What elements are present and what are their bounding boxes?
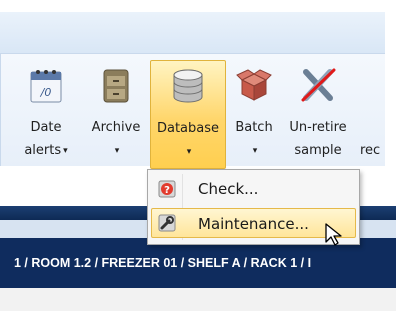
batch-label: Batch: [235, 120, 273, 135]
mouse-cursor-icon: [325, 223, 342, 246]
open-box-icon: [236, 69, 272, 101]
batch-dropdown: ▾: [228, 143, 280, 158]
menu-item-check-label: Check...: [198, 180, 259, 198]
database-check-icon: ?: [158, 180, 176, 198]
wrench-icon: [158, 214, 176, 232]
unretire-label-2: sample: [294, 143, 342, 158]
database-button[interactable]: Database ▾: [150, 60, 226, 169]
archive-dropdown: ▾: [86, 143, 146, 158]
ribbon-tab-strip: [0, 12, 385, 54]
chevron-down-icon: ▾: [114, 146, 120, 156]
database-icon: [173, 69, 203, 103]
archive-cabinet-icon: [103, 69, 129, 103]
calendar-icon: /0: [30, 70, 62, 103]
archive-label: Archive: [91, 120, 141, 135]
database-label: Database: [156, 121, 220, 136]
menu-item-maintenance-label: Maintenance...: [198, 215, 309, 233]
window-edge: [385, 12, 396, 212]
archive-button[interactable]: Archive ▾: [86, 62, 146, 167]
svg-text:/0: /0: [40, 86, 52, 99]
date-alerts-button[interactable]: /0 Date alerts ▾: [18, 62, 74, 167]
partial-tool-button[interactable]: rec: [356, 62, 386, 167]
title-area: [0, 0, 396, 12]
chevron-down-icon: ▾: [252, 146, 258, 156]
unretire-label-1: Un-retire: [289, 120, 347, 135]
menu-item-check[interactable]: ? Check...: [151, 174, 356, 204]
app-window: /0 Date alerts ▾ Archive ▾ Database ▾ Ba…: [0, 0, 396, 311]
partial-tool-label: rec: [360, 143, 381, 158]
date-alerts-label-2: alerts ▾: [24, 143, 68, 158]
chevron-down-icon: ▾: [186, 147, 192, 157]
crossed-tubes-icon: [301, 68, 336, 102]
svg-text:?: ?: [164, 185, 170, 196]
unretire-sample-button[interactable]: Un-retire sample: [283, 62, 353, 167]
batch-button[interactable]: Batch ▾: [228, 62, 280, 167]
database-dropdown: ▾: [151, 144, 225, 159]
date-alerts-label-1: Date: [30, 120, 62, 135]
chevron-down-icon: ▾: [63, 146, 68, 156]
content-area: [0, 288, 396, 311]
